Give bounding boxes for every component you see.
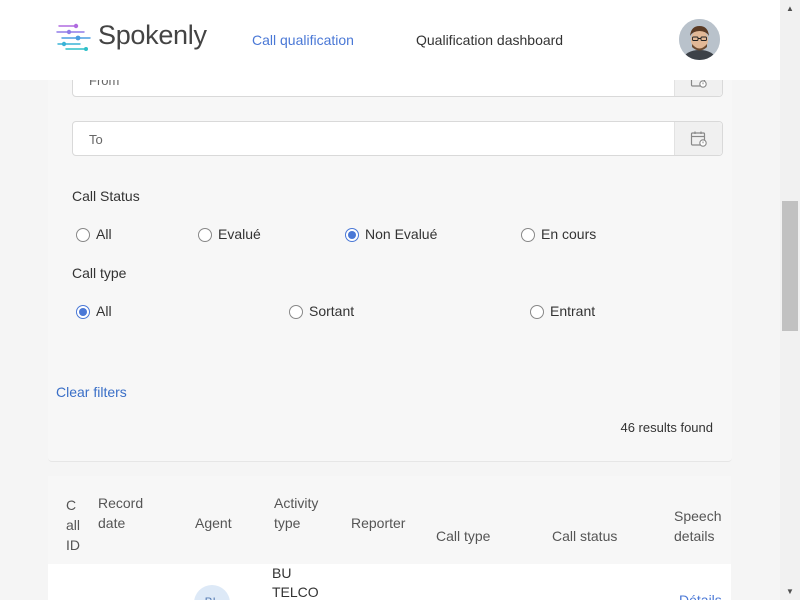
radio-circle[interactable] [198,228,212,242]
scroll-up-arrow-icon[interactable]: ▲ [780,0,800,17]
scroll-down-arrow-icon[interactable]: ▼ [780,583,800,600]
call-type-radio-entrant[interactable]: Entrant [530,303,595,319]
filter-panel [48,40,732,462]
column-header-record-date[interactable]: Record date [98,493,158,533]
call-status-label: Call Status [72,188,140,204]
page-scrollbar[interactable]: ▲ ▼ [780,0,800,600]
scrollbar-thumb[interactable] [782,201,798,331]
call-status-radio-all[interactable]: All [76,226,112,242]
radio-circle[interactable] [530,305,544,319]
radio-label: Evalué [218,226,261,242]
call-type-radio-sortant[interactable]: Sortant [289,303,354,319]
calendar-icon[interactable] [674,122,722,155]
column-header-activity-type[interactable]: Activity type [274,493,334,533]
radio-circle[interactable] [521,228,535,242]
to-date-input[interactable]: To [72,121,723,156]
spokenly-logo-icon [56,23,91,51]
user-avatar-image [679,19,720,60]
column-header-call-type[interactable]: Call type [436,526,490,546]
column-header-reporter[interactable]: Reporter [351,513,405,533]
radio-label: En cours [541,226,597,242]
user-avatar[interactable] [679,19,720,60]
call-status-radio-non-evalue[interactable]: Non Evalué [345,226,437,242]
column-header-call-id[interactable]: Call ID [66,495,80,555]
table-header: Call ID Record date Agent Activity type … [48,476,731,564]
radio-label: Non Evalué [365,226,438,242]
table-row: BL BU TELCO Détails [48,564,731,600]
main-content: From To Call Status All Evalué Non Evalu… [0,0,780,600]
radio-label: Entrant [550,303,596,319]
nav-call-qualification[interactable]: Call qualification [252,32,354,48]
radio-label: All [96,303,112,319]
top-navigation-bar: Spokenly Call qualification Qualificatio… [0,0,780,80]
radio-circle[interactable] [76,305,90,319]
radio-circle[interactable] [76,228,90,242]
radio-circle[interactable] [289,305,303,319]
column-header-speech-details[interactable]: Speech details [674,506,730,546]
activity-type-cell: BU TELCO [272,565,319,600]
call-status-radio-evalue[interactable]: Evalué [198,226,261,242]
results-count: 46 results found [620,420,713,435]
call-type-radio-all[interactable]: All [76,303,112,319]
call-type-label: Call type [72,265,127,281]
column-header-call-status[interactable]: Call status [552,526,617,546]
nav-qualification-dashboard[interactable]: Qualification dashboard [416,32,563,48]
brand-logo[interactable]: Spokenly [56,20,207,51]
radio-label: Sortant [309,303,355,319]
radio-label: All [96,226,112,242]
details-link[interactable]: Détails [679,592,722,600]
agent-avatar: BL [194,585,230,600]
column-header-agent[interactable]: Agent [195,513,232,533]
to-date-placeholder: To [89,132,103,147]
radio-circle[interactable] [345,228,359,242]
call-status-radio-en-cours[interactable]: En cours [521,226,596,242]
brand-name: Spokenly [98,20,207,50]
clear-filters-link[interactable]: Clear filters [56,384,127,400]
